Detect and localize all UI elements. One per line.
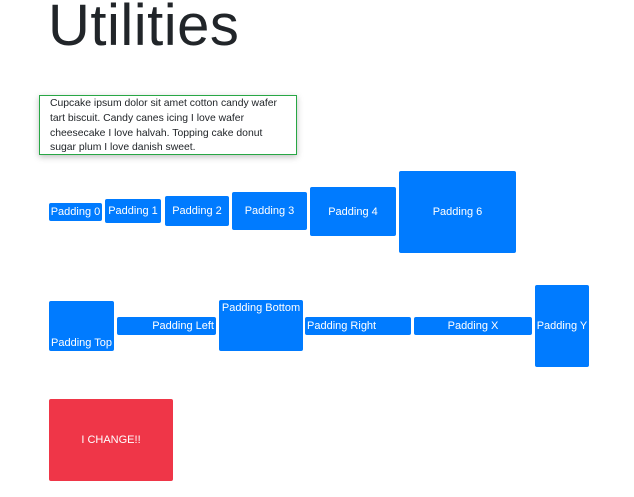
padding-1-button[interactable]: Padding 1 — [105, 199, 161, 223]
padding-4-button[interactable]: Padding 4 — [310, 187, 396, 236]
text-card: Cupcake ipsum dolor sit amet cotton cand… — [39, 95, 297, 155]
padding-y-button[interactable]: Padding Y — [535, 285, 589, 367]
padding-0-button[interactable]: Padding 0 — [49, 203, 102, 221]
padding-right-button[interactable]: Padding Right — [305, 317, 411, 335]
padding-left-button[interactable]: Padding Left — [117, 317, 216, 335]
card-text: Cupcake ipsum dolor sit amet cotton cand… — [50, 98, 277, 154]
page-title: Utilities — [48, 0, 240, 58]
change-box-label: I CHANGE!! — [81, 434, 141, 446]
padding-6-button[interactable]: Padding 6 — [399, 171, 516, 253]
padding-3-button[interactable]: Padding 3 — [232, 192, 307, 230]
padding-bottom-button[interactable]: Padding Bottom — [219, 300, 303, 351]
padding-top-button[interactable]: Padding Top — [49, 301, 114, 351]
change-box[interactable]: I CHANGE!! — [49, 399, 173, 481]
page: Utilities Cupcake ipsum dolor sit amet c… — [0, 0, 634, 497]
padding-2-button[interactable]: Padding 2 — [165, 196, 229, 226]
padding-x-button[interactable]: Padding X — [414, 317, 532, 335]
